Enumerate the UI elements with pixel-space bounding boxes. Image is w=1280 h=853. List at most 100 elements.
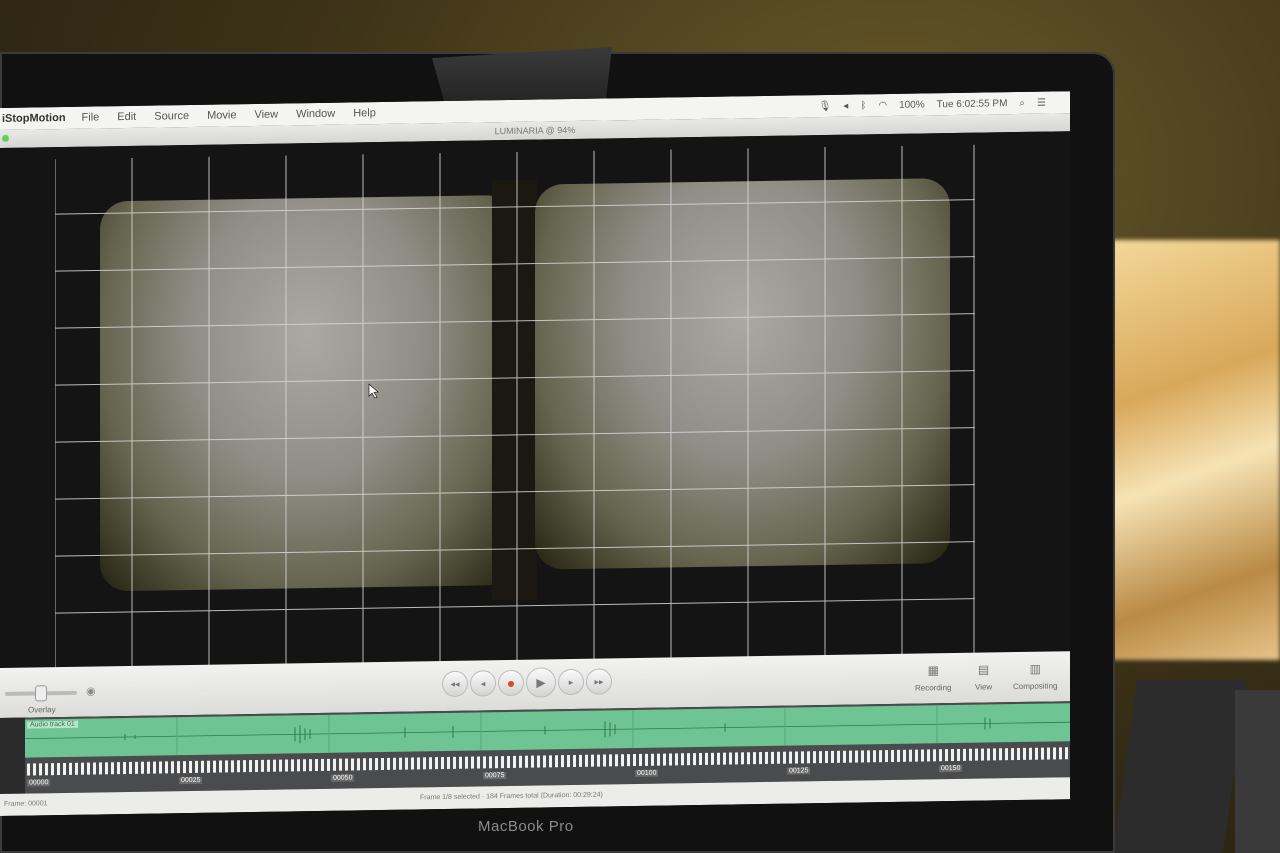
- frame-thumb[interactable]: [123, 762, 126, 775]
- frame-thumb[interactable]: [105, 762, 108, 775]
- frame-thumb[interactable]: [951, 749, 954, 762]
- frame-thumb[interactable]: [153, 761, 156, 774]
- frame-thumb[interactable]: [1023, 747, 1026, 760]
- frame-thumb[interactable]: [1029, 747, 1032, 760]
- frame-thumb[interactable]: [993, 748, 996, 761]
- frame-thumb[interactable]: [93, 762, 96, 775]
- frame-thumb[interactable]: [957, 748, 960, 761]
- frame-thumb[interactable]: [33, 763, 36, 776]
- volume-icon[interactable]: ◂: [843, 100, 848, 111]
- overlay-slider-knob[interactable]: [35, 685, 47, 702]
- frame-thumb[interactable]: [753, 752, 756, 765]
- record-button[interactable]: ●: [498, 669, 524, 697]
- frame-thumb[interactable]: [843, 750, 846, 763]
- frame-thumb[interactable]: [693, 753, 696, 766]
- frame-thumb[interactable]: [765, 751, 768, 764]
- frame-thumb[interactable]: [363, 758, 366, 771]
- frame-thumb[interactable]: [669, 753, 672, 766]
- frame-thumb[interactable]: [1041, 747, 1044, 760]
- frame-thumb[interactable]: [735, 752, 738, 765]
- frame-thumb[interactable]: [627, 754, 630, 767]
- camera-preview[interactable]: [0, 131, 1070, 670]
- menu-file[interactable]: File: [82, 111, 100, 123]
- frame-thumb[interactable]: [423, 757, 426, 770]
- frame-thumb[interactable]: [147, 761, 150, 774]
- frame-thumb[interactable]: [651, 753, 654, 766]
- spotlight-icon[interactable]: ⌕: [1019, 97, 1025, 108]
- frame-thumb[interactable]: [453, 756, 456, 769]
- frame-thumb[interactable]: [525, 755, 528, 768]
- app-menu[interactable]: iStopMotion: [2, 112, 66, 125]
- frame-thumb[interactable]: [399, 757, 402, 770]
- frame-thumb[interactable]: [933, 749, 936, 762]
- camera-icon[interactable]: ◉: [86, 684, 96, 697]
- frame-thumb[interactable]: [945, 749, 948, 762]
- frame-thumb[interactable]: [117, 762, 120, 775]
- frame-thumb[interactable]: [975, 748, 978, 761]
- frame-thumb[interactable]: [1059, 747, 1062, 760]
- frame-thumb[interactable]: [459, 756, 462, 769]
- frame-thumb[interactable]: [1035, 747, 1038, 760]
- frame-thumb[interactable]: [837, 750, 840, 763]
- menu-view[interactable]: View: [254, 109, 278, 121]
- frame-thumb[interactable]: [237, 760, 240, 773]
- frame-thumb[interactable]: [1005, 748, 1008, 761]
- frame-thumb[interactable]: [345, 758, 348, 771]
- clock[interactable]: Tue 6:02:55 PM: [937, 98, 1008, 110]
- frame-thumb[interactable]: [903, 749, 906, 762]
- frame-thumb[interactable]: [135, 761, 138, 774]
- frame-thumb[interactable]: [663, 753, 666, 766]
- frame-thumb[interactable]: [621, 754, 624, 767]
- view-tool[interactable]: ▤ View: [975, 662, 992, 691]
- frame-thumb[interactable]: [855, 750, 858, 763]
- frame-thumb[interactable]: [261, 759, 264, 772]
- frame-thumb[interactable]: [477, 756, 480, 769]
- compositing-tool[interactable]: ▥ Compositing: [1013, 661, 1057, 691]
- frame-thumb[interactable]: [705, 752, 708, 765]
- frame-thumb[interactable]: [159, 761, 162, 774]
- frame-thumb[interactable]: [645, 753, 648, 766]
- play-button[interactable]: ▶: [526, 667, 556, 698]
- frame-thumb[interactable]: [873, 750, 876, 763]
- frame-thumb[interactable]: [375, 758, 378, 771]
- frame-thumb[interactable]: [759, 752, 762, 765]
- frame-thumb[interactable]: [789, 751, 792, 764]
- frame-thumb[interactable]: [597, 754, 600, 767]
- frame-thumb[interactable]: [747, 752, 750, 765]
- frame-thumb[interactable]: [483, 756, 486, 769]
- frame-thumb[interactable]: [681, 753, 684, 766]
- frame-thumb[interactable]: [543, 755, 546, 768]
- frame-thumb[interactable]: [249, 760, 252, 773]
- frame-thumb[interactable]: [969, 748, 972, 761]
- frame-thumb[interactable]: [99, 762, 102, 775]
- frame-thumb[interactable]: [63, 762, 66, 776]
- frame-thumb[interactable]: [465, 756, 468, 769]
- frame-thumb[interactable]: [849, 750, 852, 763]
- menu-source[interactable]: Source: [154, 110, 189, 123]
- menu-movie[interactable]: Movie: [207, 109, 236, 121]
- frame-thumb[interactable]: [675, 753, 678, 766]
- frame-thumb[interactable]: [81, 762, 84, 775]
- frame-thumb[interactable]: [633, 754, 636, 767]
- frame-thumb[interactable]: [357, 758, 360, 771]
- frame-thumb[interactable]: [165, 761, 168, 774]
- frame-thumb[interactable]: [489, 756, 492, 769]
- frame-thumb[interactable]: [441, 757, 444, 770]
- frame-thumb[interactable]: [27, 763, 30, 776]
- frame-thumb[interactable]: [567, 755, 570, 768]
- frame-thumb[interactable]: [297, 759, 300, 772]
- frame-thumb[interactable]: [963, 748, 966, 761]
- frame-thumb[interactable]: [909, 749, 912, 762]
- frame-thumb[interactable]: [537, 755, 540, 768]
- frame-thumb[interactable]: [591, 754, 594, 767]
- frame-thumb[interactable]: [921, 749, 924, 762]
- frame-thumb[interactable]: [609, 754, 612, 767]
- frame-thumb[interactable]: [867, 750, 870, 763]
- bluetooth-icon[interactable]: ᛒ: [860, 100, 866, 111]
- frame-thumb[interactable]: [285, 759, 288, 772]
- frame-thumb[interactable]: [177, 761, 180, 774]
- frame-thumb[interactable]: [981, 748, 984, 761]
- frame-thumb[interactable]: [795, 751, 798, 764]
- frame-thumb[interactable]: [927, 749, 930, 762]
- frame-thumb[interactable]: [255, 759, 258, 772]
